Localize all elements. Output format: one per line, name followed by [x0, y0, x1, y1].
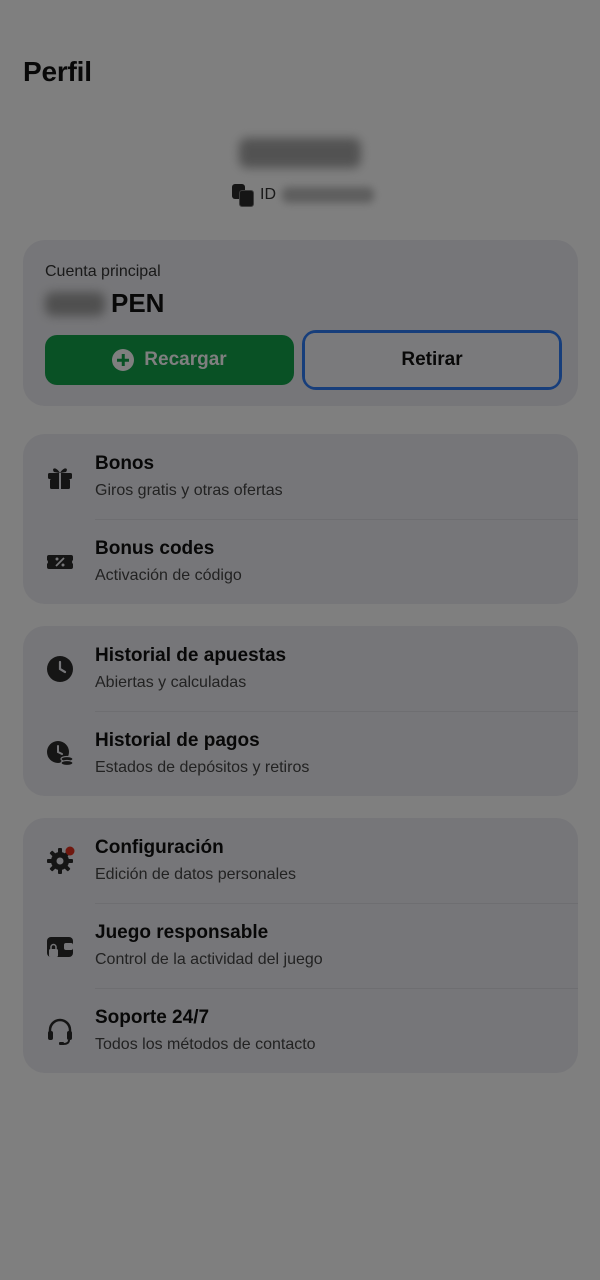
menu-subtitle: Estados de depósitos y retiros	[95, 759, 310, 776]
profile-page: Perfil ID Cuenta principal PEN Recargar …	[0, 0, 600, 1280]
user-id-row[interactable]: ID	[232, 182, 374, 208]
menu-item-responsible-gaming[interactable]: Juego responsable Control de la activida…	[23, 903, 578, 988]
clock-icon	[47, 656, 73, 682]
menu-subtitle: Control de la actividad del juego	[95, 951, 323, 968]
menu-label: Soporte 24/7	[95, 1007, 210, 1028]
username-blurred	[239, 138, 361, 168]
menu-label: Bonos	[95, 453, 155, 474]
id-label: ID	[260, 186, 276, 203]
account-label: Cuenta principal	[45, 263, 161, 280]
balance: PEN	[45, 288, 164, 319]
menu-subtitle: Giros gratis y otras ofertas	[95, 482, 283, 499]
gear-icon	[47, 846, 75, 874]
menu-item-support[interactable]: Soporte 24/7 Todos los métodos de contac…	[23, 988, 578, 1073]
menu-label: Juego responsable	[95, 922, 269, 943]
balance-currency: PEN	[111, 288, 165, 318]
bonuses-group: Bonos Giros gratis y otras ofertas Bonus…	[23, 434, 578, 604]
menu-item-bet-history[interactable]: Historial de apuestas Abiertas y calcula…	[23, 626, 578, 711]
menu-label: Historial de apuestas	[95, 645, 287, 666]
menu-label: Bonus codes	[95, 538, 215, 559]
gift-icon	[48, 468, 72, 489]
settings-group: Configuración Edición de datos personale…	[23, 818, 578, 1073]
menu-label: Configuración	[95, 837, 224, 858]
menu-subtitle: Activación de código	[95, 567, 242, 584]
plus-circle-icon	[112, 349, 135, 371]
headset-icon	[48, 1018, 72, 1045]
ticket-percent-icon	[47, 555, 73, 569]
menu-subtitle: Todos los métodos de contacto	[95, 1036, 316, 1053]
menu-item-bonuses[interactable]: Bonos Giros gratis y otras ofertas	[23, 434, 578, 519]
menu-item-payment-history[interactable]: Historial de pagos Estados de depósitos …	[23, 711, 578, 796]
withdraw-button[interactable]: Retirar	[302, 330, 562, 390]
account-card: Cuenta principal PEN Recargar Retirar	[23, 240, 578, 406]
profile-header: ID	[0, 138, 600, 207]
clock-coins-icon	[47, 741, 74, 767]
history-group: Historial de apuestas Abiertas y calcula…	[23, 626, 578, 796]
menu-label: Historial de pagos	[95, 730, 260, 751]
menu-subtitle: Abiertas y calculadas	[95, 674, 247, 691]
menu-subtitle: Edición de datos personales	[95, 866, 297, 883]
balance-amount-blurred	[45, 291, 105, 316]
wallet-lock-icon	[47, 937, 73, 957]
withdraw-label: Retirar	[305, 333, 559, 387]
id-value-blurred	[282, 187, 374, 203]
menu-item-settings[interactable]: Configuración Edición de datos personale…	[23, 818, 578, 903]
page-title: Perfil	[23, 56, 92, 87]
copy-icon[interactable]	[232, 184, 254, 207]
deposit-button[interactable]: Recargar	[45, 335, 294, 385]
deposit-label: Recargar	[144, 349, 227, 370]
menu-item-bonus-codes[interactable]: Bonus codes Activación de código	[23, 519, 578, 604]
